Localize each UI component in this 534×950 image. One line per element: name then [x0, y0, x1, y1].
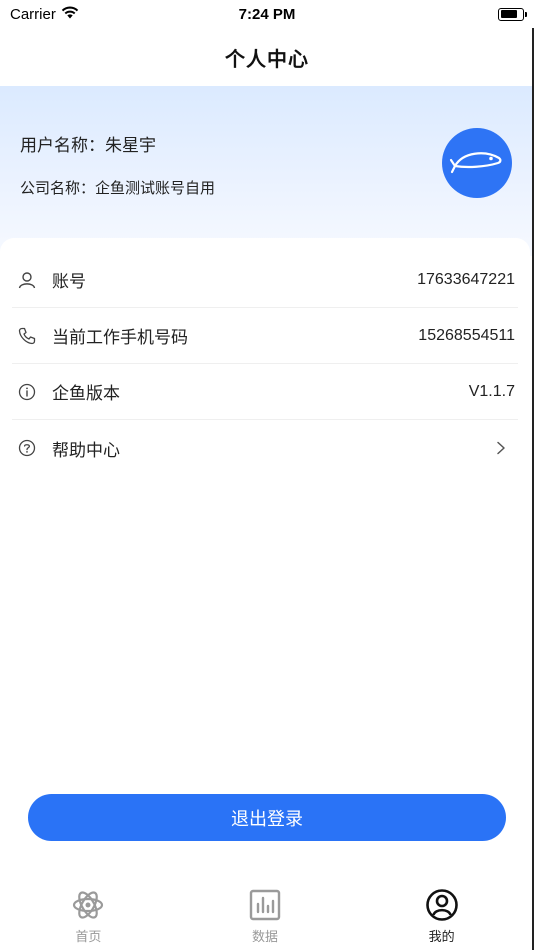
- nav-bar: 个人中心: [0, 28, 534, 86]
- page-title: 个人中心: [225, 46, 309, 71]
- person-icon: [16, 269, 38, 291]
- tab-home-label: 首页: [75, 930, 102, 945]
- tab-data[interactable]: 数据: [215, 882, 315, 950]
- work-phone-row[interactable]: 当前工作手机号码 15268554511: [12, 308, 518, 364]
- help-icon: [16, 437, 38, 459]
- tab-mine-label: 我的: [428, 930, 455, 945]
- account-label: 账号: [52, 272, 86, 292]
- status-time: 7:24 PM: [238, 5, 296, 23]
- work-phone-label: 当前工作手机号码: [52, 328, 188, 348]
- profile-header: 用户名称：朱星宇 公司名称：企鱼测试账号自用: [0, 86, 534, 256]
- info-card: 账号 17633647221 当前工作手机号码 15268554511 企鱼版本…: [0, 238, 530, 950]
- user-name: 用户名称：朱星宇: [20, 136, 156, 156]
- work-phone-value: 15268554511: [418, 326, 515, 344]
- avatar[interactable]: [442, 128, 512, 198]
- company-name: 公司名称：企鱼测试账号自用: [20, 179, 216, 197]
- info-icon: [16, 381, 38, 403]
- account-value: 17633647221: [417, 270, 515, 288]
- fish-icon: [449, 146, 505, 180]
- version-row[interactable]: 企鱼版本 V1.1.7: [12, 364, 518, 420]
- data-chart-icon: [248, 888, 282, 922]
- tab-data-label: 数据: [251, 930, 278, 945]
- phone-icon: [16, 325, 38, 347]
- help-center-row[interactable]: 帮助中心: [12, 420, 518, 476]
- tab-home[interactable]: 首页: [38, 882, 138, 950]
- logout-button[interactable]: 退出登录: [28, 794, 506, 841]
- help-center-label: 帮助中心: [52, 440, 120, 461]
- battery-icon: [498, 7, 527, 21]
- version-label: 企鱼版本: [52, 384, 120, 404]
- tab-mine[interactable]: 我的: [392, 882, 492, 950]
- status-bar: Carrier 7:24 PM: [0, 0, 534, 28]
- tab-bar: 首页 数据 我的: [0, 882, 530, 950]
- chevron-right-icon: [496, 441, 510, 455]
- account-row[interactable]: 账号 17633647221: [12, 252, 518, 308]
- atom-icon: [71, 888, 105, 922]
- version-value: V1.1.7: [468, 382, 515, 400]
- user-circle-icon: [425, 888, 459, 922]
